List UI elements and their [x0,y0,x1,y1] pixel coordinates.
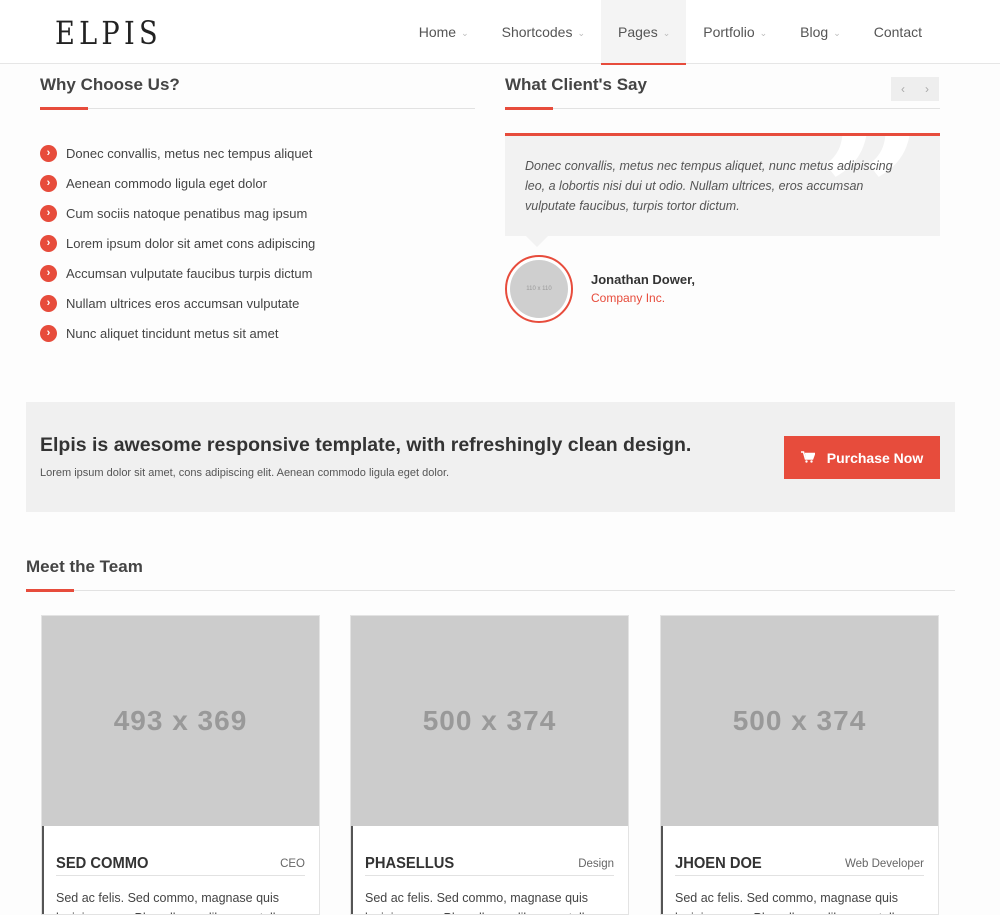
chevron-right-icon: › [40,264,57,282]
purchase-now-button[interactable]: Purchase Now [784,436,940,479]
list-item: › Aenean commodo ligula eget dolor [40,168,315,198]
call-to-action-panel: Elpis is awesome responsive template, wi… [26,402,955,512]
list-item: › Nullam ultrices eros accumsan vulputate [40,288,315,318]
team-member-name: JHOEN DOE [675,854,762,872]
quote-pointer [526,236,548,247]
chevron-down-icon: ⌄ [759,27,768,38]
list-item: › Cum sociis natoque penatibus mag ipsum [40,198,315,228]
section-divider [40,108,475,109]
section-divider [26,590,955,591]
chevron-down-icon: ⌄ [577,27,586,38]
list-item-text: Nullam ultrices eros accumsan vulputate [66,295,300,311]
client-name: Jonathan Dower, [591,272,696,287]
nav-item-label: Pages [618,24,658,40]
list-item-text: Donec convallis, metus nec tempus alique… [66,145,313,161]
chevron-right-icon: › [40,144,57,162]
team-photo-placeholder: 500 x 374 [351,616,628,826]
list-item-text: Nunc aliquet tincidunt metus sit amet [66,325,279,341]
chevron-right-icon: › [40,204,57,222]
why-choose-title: Why Choose Us? [40,75,180,94]
nav-item-label: Home [418,24,457,40]
nav-item-pages[interactable]: Pages ⌄ [601,0,687,65]
section-accent-bar [40,107,88,110]
client-company[interactable]: Company Inc. [591,291,665,305]
list-item: › Lorem ipsum dolor sit amet cons adipisc… [40,228,315,258]
cta-title: Elpis is awesome responsive template, wi… [40,434,692,456]
nav-item-label: Contact [873,24,922,40]
testimonial-title: What Client's Say [505,75,647,94]
chevron-down-icon: ⌄ [833,27,841,38]
chevron-right-icon: › [40,234,57,252]
team-photo-placeholder: 493 x 369 [42,616,319,826]
nav-item-home[interactable]: Home ⌄ [402,0,485,64]
shopping-cart-icon [800,450,816,466]
list-item-text: Accumsan vulputate faucibus turpis dictu… [66,265,313,281]
team-member-name: PHASELLUS [365,854,455,872]
nav-item-contact[interactable]: Contact [857,0,1000,64]
client-avatar: 110 x 110 [505,255,573,323]
purchase-now-label: Purchase Now [826,449,924,466]
team-meta: PHASELLUS Design [365,852,614,876]
list-item-text: Cum sociis natoque penatibus mag ipsum [66,205,308,221]
team-meta: SED COMMO CEO [56,852,305,876]
team-card: 500 x 374 JHOEN DOE Web Developer Sed ac… [660,615,939,915]
team-member-role: CEO [280,857,305,870]
nav-item-label: Blog [800,24,829,40]
list-item: › Donec convallis, metus nec tempus aliqu… [40,138,315,168]
team-member-role: Web Developer [844,857,924,870]
team-card: 493 x 369 SED COMMO CEO Sed ac felis. Se… [41,615,320,915]
team-member-description: Sed ac felis. Sed commo, magnase quis la… [675,891,908,914]
team-photo-placeholder: 500 x 374 [661,616,938,826]
chevron-down-icon: ⌄ [662,27,671,38]
testimonial-quote: Donec convallis, metus nec tempus alique… [525,159,893,213]
prev-arrow-icon[interactable]: ‹ [891,77,915,101]
why-choose-list: › Donec convallis, metus nec tempus aliqu… [40,138,315,348]
main-nav: Home ⌄ Shortcodes ⌄ Pages ⌄ Portfolio ⌄ Blog… [402,0,1000,65]
nav-item-portfolio[interactable]: Portfolio ⌄ [686,0,783,64]
chevron-down-icon: ⌄ [461,27,469,38]
team-member-description: Sed ac felis. Sed commo, magnase quis la… [365,891,598,914]
section-divider [505,108,940,109]
section-accent-bar [26,589,74,592]
nav-item-label: Portfolio [703,24,755,40]
team-card: 500 x 374 PHASELLUS Design Sed ac felis.… [350,615,629,915]
list-item: › Nunc aliquet tincidunt metus sit amet [40,318,315,348]
chevron-right-icon: › [40,294,57,312]
site-header: ELPIS Home ⌄ Shortcodes ⌄ Pages ⌄ Portfolio… [0,0,1000,65]
team-member-name: SED COMMO [56,854,149,872]
team-member-description: Sed ac felis. Sed commo, magnase quis la… [56,891,289,914]
nav-item-shortcodes[interactable]: Shortcodes ⌄ [485,0,601,64]
testimonial-quote-box: ” Donec convallis, metus nec tempus aliq… [505,133,940,236]
avatar-placeholder: 110 x 110 [510,260,568,318]
list-item: › Accumsan vulputate faucibus turpis dict… [40,258,315,288]
list-item-text: Lorem ipsum dolor sit amet cons adipisci… [66,235,316,251]
team-title: Meet the Team [26,557,143,576]
cta-text: Lorem ipsum dolor sit amet, cons adipisc… [40,467,450,479]
site-logo[interactable]: ELPIS [55,14,162,52]
section-accent-bar [505,107,553,110]
chevron-right-icon: › [40,174,57,192]
team-meta: JHOEN DOE Web Developer [675,852,924,876]
nav-item-label: Shortcodes [501,24,573,40]
testimonial-slider-controls: ‹ › [891,77,939,101]
chevron-right-icon: › [40,324,57,342]
list-item-text: Aenean commodo ligula eget dolor [66,175,267,191]
nav-item-blog[interactable]: Blog ⌄ [783,0,857,64]
next-arrow-icon[interactable]: › [915,77,939,101]
team-member-role: Design [578,857,614,870]
